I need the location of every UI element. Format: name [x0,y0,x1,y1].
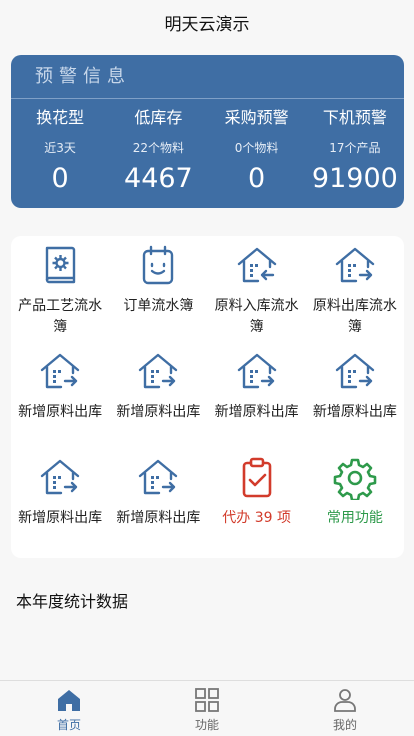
grid-item-label: 原料出库流水簿 [312,298,397,335]
warning-item-value: 4467 [124,163,193,194]
warning-item-value: 0 [248,163,266,194]
tab-label: 功能 [194,718,219,732]
tab-functions[interactable]: 功能 [138,681,276,736]
grid-item-label: 新增原料出库 [116,404,201,420]
grid-item-add-material-out[interactable]: 新增原料出库 [109,342,207,448]
warehouse-out-icon [40,459,80,495]
app-title-bar: 明天云演示 [0,0,414,44]
page-title: 明天云演示 [164,14,250,35]
clipboard-check-icon [242,457,271,498]
warning-item-name: 下机预警 [322,108,387,127]
grid-item-label: 新增原料出库 [312,404,397,420]
grid-item-common-functions[interactable]: 常用功能 [306,448,404,554]
warehouse-out-icon [335,353,375,389]
grid-item-label: 产品工艺流水簿 [18,298,103,335]
grid-item-label: 常用功能 [326,510,383,526]
grid-item-label: 订单流水簿 [123,298,194,314]
grid-item-add-material-out[interactable]: 新增原料出库 [306,342,404,448]
warning-item-sub: 近3天 [44,141,76,155]
grid-item-material-out-ledger[interactable]: 原料出库流水簿 [306,236,404,342]
bottom-tab-bar: 首页 功能 我的 [0,680,414,736]
home-icon [58,690,80,711]
warehouse-out-icon [139,459,178,495]
grid-item-label: 新增原料出库 [18,404,103,420]
grid-item-product-process[interactable]: 产品工艺流水簿 [11,236,109,342]
warehouse-out-icon [139,353,178,389]
tab-home[interactable]: 首页 [0,681,138,736]
function-grid: 产品工艺流水簿 订单流水簿 原料入库流水簿 原料出库流水簿 新增原料出库 新增原… [11,236,404,554]
grid-item-todo[interactable]: 代办 39 项 [208,448,306,554]
warning-item-name: 低库存 [134,108,183,127]
tab-label: 首页 [56,718,81,732]
notebook-smile-icon [143,245,174,285]
warning-item-sub: 0个物料 [234,141,279,155]
warning-item-name: 采购预警 [224,108,289,127]
warning-card-title: 预警信息 [11,55,404,99]
function-grid-card: 产品工艺流水簿 订单流水簿 原料入库流水簿 原料出库流水簿 新增原料出库 新增原… [11,236,404,558]
warning-item-value: 91900 [311,163,398,194]
warning-item-sub: 17个产品 [329,141,381,155]
warehouse-in-icon [237,247,276,283]
tab-profile[interactable]: 我的 [276,681,414,736]
warning-item-sub: 22个物料 [132,141,185,155]
grid-item-add-material-out[interactable]: 新增原料出库 [208,342,306,448]
warning-item-purchase[interactable]: 采购预警 0个物料 0 [208,99,306,208]
grid-item-add-material-out[interactable]: 新增原料出库 [11,342,109,448]
book-gear-icon [45,246,76,284]
grid-item-order-ledger[interactable]: 订单流水簿 [109,236,207,342]
grid-item-add-material-out[interactable]: 新增原料出库 [11,448,109,554]
section-title: 本年度统计数据 [16,592,129,611]
grid-item-material-in-ledger[interactable]: 原料入库流水簿 [208,236,306,342]
warning-item-value: 0 [51,163,69,194]
warning-item-low-stock[interactable]: 低库存 22个物料 4467 [109,99,207,208]
warehouse-out-icon [237,353,276,389]
warehouse-out-icon [335,247,375,283]
warehouse-out-icon [40,353,80,389]
grid-icon [195,688,219,712]
grid-item-label: 新增原料出库 [214,404,299,420]
tab-label: 我的 [332,718,357,732]
warning-item-name: 换花型 [36,108,85,127]
user-icon [334,689,356,712]
gear-icon [333,458,377,500]
grid-item-add-material-out[interactable]: 新增原料出库 [109,448,207,554]
grid-item-label: 代办 39 项 [222,510,291,526]
grid-item-label: 原料入库流水簿 [214,298,299,335]
grid-item-label: 新增原料出库 [18,510,103,526]
warning-item-offline[interactable]: 下机预警 17个产品 91900 [306,99,404,208]
warning-card: 预警信息 换花型 近3天 0 低库存 22个物料 4467 采购预警 0个物料 … [11,55,404,208]
grid-item-label: 新增原料出库 [116,510,201,526]
warning-item-change-pattern[interactable]: 换花型 近3天 0 [11,99,109,208]
